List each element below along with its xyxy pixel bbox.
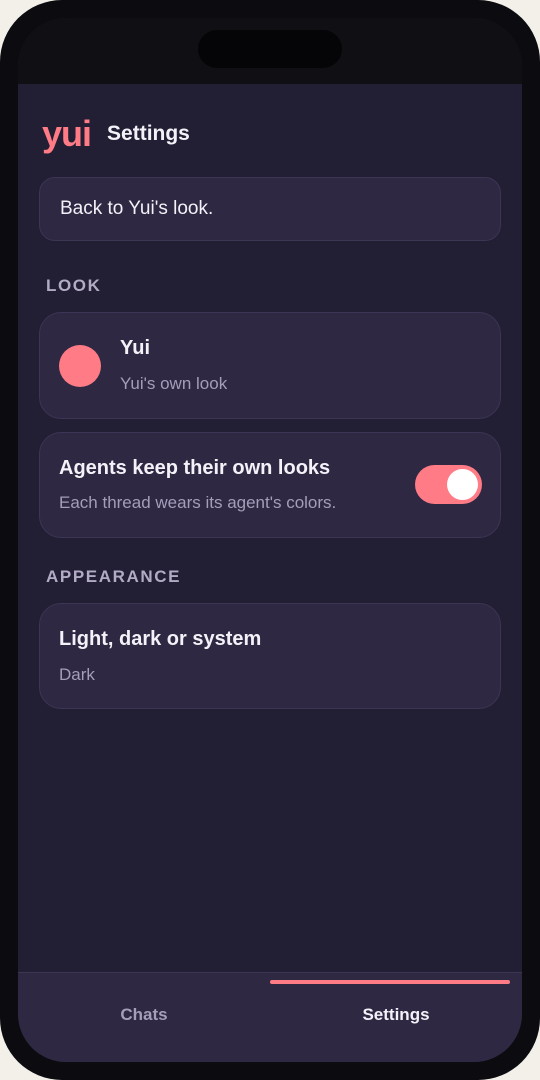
- section-label-look: LOOK: [46, 276, 102, 295]
- theme-subtitle: Yui's own look: [120, 374, 228, 393]
- theme-option-yui[interactable]: Yui Yui's own look: [39, 312, 501, 419]
- appearance-mode-setting[interactable]: Light, dark or system Dark: [39, 603, 501, 709]
- active-tab-indicator: [270, 980, 510, 984]
- tab-bar: Chats Settings: [18, 972, 522, 1062]
- app-logo: yui: [42, 113, 92, 154]
- toggle-knob: [447, 469, 478, 500]
- appearance-mode-value: Dark: [59, 665, 95, 684]
- screen: yui Settings Back to Yui's look. LOOK Yu…: [18, 18, 522, 1062]
- page-title: Settings: [107, 122, 190, 145]
- back-to-look-label: Back to Yui's look.: [60, 198, 214, 219]
- tab-chats-label: Chats: [120, 1005, 168, 1024]
- agents-looks-subtitle: Each thread wears its agent's colors.: [59, 493, 337, 512]
- tab-settings-label: Settings: [362, 1005, 430, 1024]
- agents-looks-setting: Agents keep their own looks Each thread …: [39, 432, 501, 538]
- phone-frame: yui Settings Back to Yui's look. LOOK Yu…: [0, 0, 540, 1080]
- color-swatch-dot-icon: [59, 345, 101, 387]
- tab-settings[interactable]: Settings: [270, 973, 522, 1062]
- dynamic-island: [198, 30, 342, 68]
- header: yui Settings: [42, 114, 190, 154]
- appearance-mode-title: Light, dark or system: [59, 628, 262, 650]
- agents-looks-title: Agents keep their own looks: [59, 457, 331, 479]
- theme-name: Yui: [120, 337, 151, 359]
- status-bar: [18, 18, 522, 84]
- settings-page: yui Settings Back to Yui's look. LOOK Yu…: [18, 84, 522, 972]
- back-to-look-button[interactable]: Back to Yui's look.: [39, 177, 501, 241]
- agents-looks-toggle[interactable]: [415, 465, 482, 504]
- tab-chats[interactable]: Chats: [18, 973, 270, 1062]
- section-label-appearance: APPEARANCE: [46, 567, 182, 586]
